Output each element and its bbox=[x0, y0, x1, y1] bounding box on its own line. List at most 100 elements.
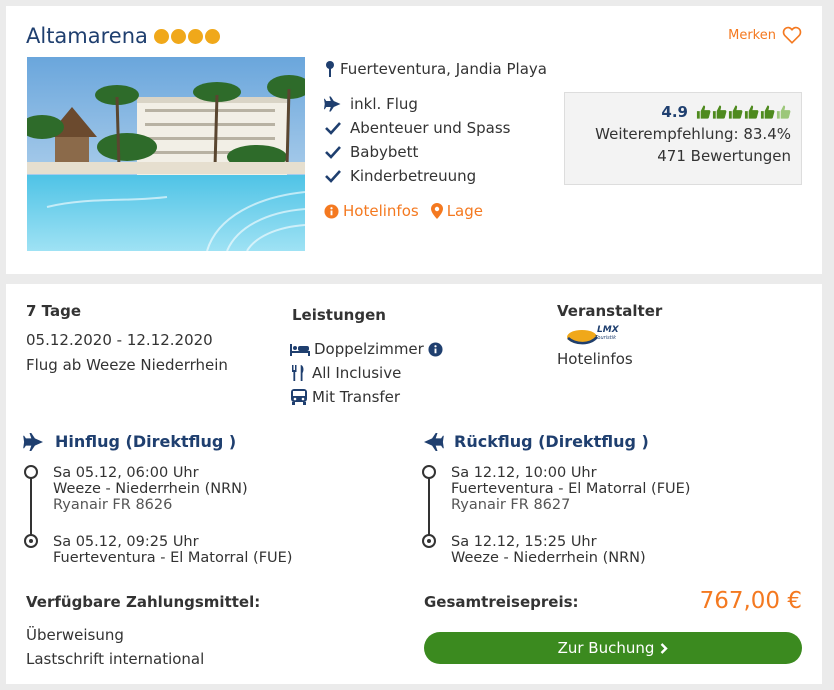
return-timeline bbox=[422, 465, 436, 549]
arrival-airport: Fuerteventura - El Matorral (FUE) bbox=[53, 550, 293, 566]
operator-logo-subtext: Touristik bbox=[595, 335, 616, 341]
outbound-arrival: Sa 05.12, 09:25 Uhr Fuerteventura - El M… bbox=[53, 534, 292, 566]
feature-label: Kinderbetreuung bbox=[350, 167, 477, 185]
departure-airport: Weeze - Niederrhein (NRN) bbox=[53, 481, 248, 497]
thumbs-up-icon bbox=[712, 105, 727, 119]
star-icon bbox=[204, 28, 220, 44]
bus-icon bbox=[291, 389, 307, 405]
recommendation-rate: Weiterempfehlung: 83.4% bbox=[595, 125, 791, 143]
service-label: Mit Transfer bbox=[312, 388, 401, 406]
hotel-name[interactable]: Altamarena bbox=[26, 24, 148, 48]
departure-marker bbox=[24, 465, 38, 479]
departure-time: Sa 05.12, 06:00 Uhr bbox=[53, 465, 199, 481]
services-list: Doppelzimmer All Inclusive Mit Transfer bbox=[290, 337, 443, 409]
lage-link[interactable]: Lage bbox=[430, 202, 483, 220]
hotel-location: Fuerteventura, Jandia Playa bbox=[324, 60, 547, 78]
operator-hotelinfos-link[interactable]: Hotelinfos bbox=[557, 350, 633, 368]
outbound-departure: Sa 05.12, 06:00 Uhr Weeze - Niederrhein … bbox=[53, 465, 248, 513]
hotel-title: Altamarena bbox=[26, 24, 220, 48]
outbound-title: Hinflug (Direktflug ) bbox=[55, 432, 237, 451]
thumbs-up-icon bbox=[776, 105, 791, 119]
service-label: Doppelzimmer bbox=[314, 340, 424, 358]
return-departure: Sa 12.12, 10:00 Uhr Fuerteventura - El M… bbox=[451, 465, 690, 513]
total-price-label: Gesamtreisepreis: bbox=[424, 593, 579, 611]
operator-logo-text: LMX bbox=[597, 325, 619, 335]
star-icon bbox=[170, 28, 186, 44]
arrival-airport: Weeze - Niederrhein (NRN) bbox=[451, 550, 646, 566]
cutlery-icon bbox=[292, 365, 304, 381]
payment-method: Lastschrift international bbox=[26, 650, 205, 668]
departure-time: Sa 12.12, 10:00 Uhr bbox=[451, 465, 597, 481]
trip-dates: 05.12.2020 - 12.12.2020 bbox=[26, 331, 213, 349]
departure-airport: Fuerteventura - El Matorral (FUE) bbox=[451, 481, 691, 497]
outbound-header: Hinflug (Direktflug ) bbox=[23, 432, 236, 451]
feature-item: inkl. Flug bbox=[324, 92, 510, 116]
service-board: All Inclusive bbox=[290, 361, 443, 385]
feature-label: Babybett bbox=[350, 143, 419, 161]
review-count[interactable]: 471 Bewertungen bbox=[575, 147, 791, 165]
thumbs-up-icon bbox=[744, 105, 759, 119]
plane-icon bbox=[324, 96, 342, 112]
location-text: Fuerteventura, Jandia Playa bbox=[340, 60, 547, 78]
arrival-marker bbox=[24, 534, 38, 548]
feature-item: Abenteuer und Spass bbox=[324, 116, 510, 140]
operator-logo: LMX Touristik bbox=[564, 325, 624, 349]
thumbs-up-icon bbox=[760, 105, 775, 119]
map-marker-icon bbox=[430, 203, 443, 219]
flight-number: Ryanair FR 8626 bbox=[53, 497, 173, 513]
payment-method: Überweisung bbox=[26, 626, 124, 644]
thumbs-up-icon bbox=[696, 105, 711, 119]
arrival-time: Sa 05.12, 09:25 Uhr bbox=[53, 534, 199, 550]
flight-number: Ryanair FR 8627 bbox=[451, 497, 571, 513]
merken-button[interactable]: Merken bbox=[728, 26, 802, 44]
rating-score-row: 4.9 bbox=[575, 103, 791, 121]
booking-button[interactable]: Zur Buchung bbox=[424, 632, 802, 664]
feature-label: inkl. Flug bbox=[350, 95, 418, 113]
service-label: All Inclusive bbox=[312, 364, 402, 382]
trip-departure: Flug ab Weeze Niederrhein bbox=[26, 356, 228, 374]
hotel-image[interactable] bbox=[27, 57, 305, 251]
star-icon bbox=[153, 28, 169, 44]
info-icon[interactable] bbox=[428, 341, 443, 357]
check-icon bbox=[324, 145, 342, 159]
return-arrival: Sa 12.12, 15:25 Uhr Weeze - Niederrhein … bbox=[451, 534, 646, 566]
star-icon bbox=[187, 28, 203, 44]
arrival-time: Sa 12.12, 15:25 Uhr bbox=[451, 534, 597, 550]
timeline-line bbox=[30, 478, 32, 535]
rating-box: 4.9 Weiterempfehlung: 83.4% 471 Bewertun… bbox=[564, 92, 802, 185]
heart-icon bbox=[782, 26, 802, 44]
bed-icon bbox=[290, 344, 310, 356]
lage-label: Lage bbox=[446, 202, 483, 220]
service-room: Doppelzimmer bbox=[290, 337, 443, 361]
service-transfer: Mit Transfer bbox=[290, 385, 443, 409]
hotel-stars bbox=[153, 28, 220, 44]
departure-marker bbox=[422, 465, 436, 479]
location-pin-icon bbox=[326, 61, 334, 77]
hotel-card: Altamarena Merken Fuerteventura, Jandia … bbox=[6, 6, 822, 274]
return-title: Rückflug (Direktflug ) bbox=[454, 432, 649, 451]
rating-thumbs bbox=[696, 104, 791, 120]
plane-return-icon bbox=[424, 432, 444, 451]
feature-item: Kinderbetreuung bbox=[324, 164, 510, 188]
trip-duration: 7 Tage bbox=[26, 302, 81, 320]
arrival-marker bbox=[422, 534, 436, 548]
operator-title: Veranstalter bbox=[557, 302, 663, 320]
offer-detail-card: 7 Tage 05.12.2020 - 12.12.2020 Flug ab W… bbox=[6, 284, 822, 684]
outbound-timeline bbox=[24, 465, 38, 549]
check-icon bbox=[324, 121, 342, 135]
merken-label: Merken bbox=[728, 27, 776, 43]
chevron-right-icon bbox=[661, 642, 669, 654]
feature-list: inkl. Flug Abenteuer und Spass Babybett … bbox=[324, 92, 510, 188]
info-icon bbox=[324, 203, 339, 219]
hotel-links: Hotelinfos Lage bbox=[324, 202, 483, 220]
thumbs-up-icon bbox=[728, 105, 743, 119]
check-icon bbox=[324, 169, 342, 183]
payment-title: Verfügbare Zahlungsmittel: bbox=[26, 593, 261, 611]
total-price: 767,00 € bbox=[699, 588, 802, 614]
timeline-line bbox=[428, 478, 430, 535]
booking-button-label: Zur Buchung bbox=[557, 639, 655, 657]
return-header: Rückflug (Direktflug ) bbox=[422, 432, 649, 451]
feature-label: Abenteuer und Spass bbox=[350, 119, 511, 137]
hotelinfos-link[interactable]: Hotelinfos bbox=[324, 202, 419, 220]
feature-item: Babybett bbox=[324, 140, 510, 164]
